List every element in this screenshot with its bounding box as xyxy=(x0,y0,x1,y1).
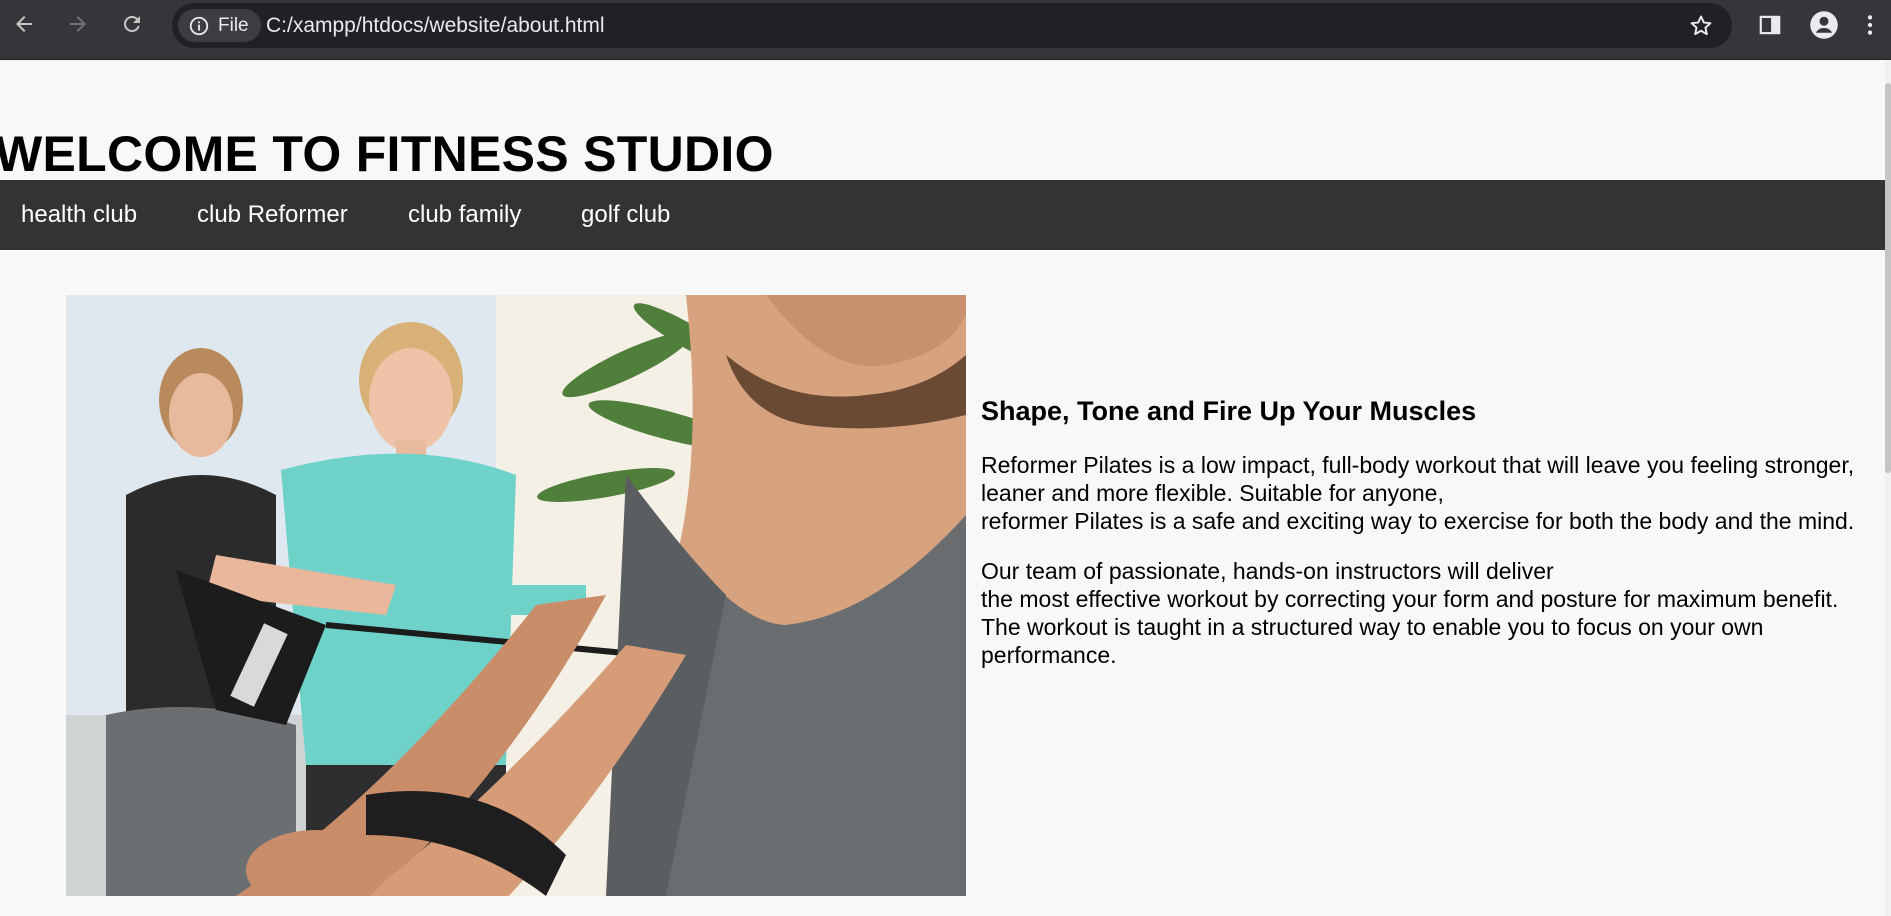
info-icon xyxy=(189,16,209,35)
star-icon xyxy=(1690,15,1712,36)
browser-toolbar: File C:/xampp/htdocs/website/about.html xyxy=(0,0,1891,60)
paragraph-line: leaner and more flexible. Suitable for a… xyxy=(981,480,1444,506)
web-page: WELCOME TO FITNESS STUDIO health club cl… xyxy=(0,61,1891,916)
paragraph-line: Our team of passionate, hands-on instruc… xyxy=(981,558,1554,584)
side-panel-button[interactable] xyxy=(1752,7,1788,43)
forward-button[interactable] xyxy=(60,6,96,42)
kebab-menu-icon xyxy=(1867,15,1873,35)
nav-link-golf-club[interactable]: golf club xyxy=(581,180,670,250)
bookmark-button[interactable] xyxy=(1684,9,1718,43)
url-text[interactable]: C:/xampp/htdocs/website/about.html xyxy=(266,14,605,38)
paragraph-line: the most effective workout by correcting… xyxy=(981,586,1839,612)
back-button[interactable] xyxy=(6,6,42,42)
browser-menu-button[interactable] xyxy=(1852,7,1888,43)
scrollbar-thumb[interactable] xyxy=(1885,83,1891,473)
page-scrollbar[interactable] xyxy=(1885,61,1891,916)
site-info-chip[interactable]: File xyxy=(178,9,261,42)
nav-link-club-family[interactable]: club family xyxy=(408,180,521,250)
team-paragraph: Our team of passionate, hands-on instruc… xyxy=(981,557,1861,669)
nav-link-club-reformer[interactable]: club Reformer xyxy=(197,180,348,250)
page-title: WELCOME TO FITNESS STUDIO xyxy=(0,125,774,182)
reload-icon xyxy=(123,15,140,32)
arrow-right-icon xyxy=(70,16,86,32)
paragraph-line: The workout is taught in a structured wa… xyxy=(981,614,1764,668)
profile-button[interactable] xyxy=(1806,7,1842,43)
reformer-pilates-photo xyxy=(66,295,966,896)
site-navbar: health club club Reformer club family go… xyxy=(0,180,1885,250)
reload-button[interactable] xyxy=(114,6,150,42)
arrow-left-icon xyxy=(16,16,32,32)
about-section: Shape, Tone and Fire Up Your Muscles Ref… xyxy=(981,395,1861,691)
address-bar[interactable]: File C:/xampp/htdocs/website/about.html xyxy=(172,3,1732,48)
site-chip-label: File xyxy=(218,14,249,36)
nav-link-health-club[interactable]: health club xyxy=(21,180,137,250)
intro-paragraph: Reformer Pilates is a low impact, full-b… xyxy=(981,451,1861,535)
paragraph-line: reformer Pilates is a safe and exciting … xyxy=(981,508,1855,534)
section-heading: Shape, Tone and Fire Up Your Muscles xyxy=(981,396,1477,426)
side-panel-icon xyxy=(1759,15,1781,35)
paragraph-line: Reformer Pilates is a low impact, full-b… xyxy=(981,452,1855,478)
profile-icon xyxy=(1810,11,1838,39)
